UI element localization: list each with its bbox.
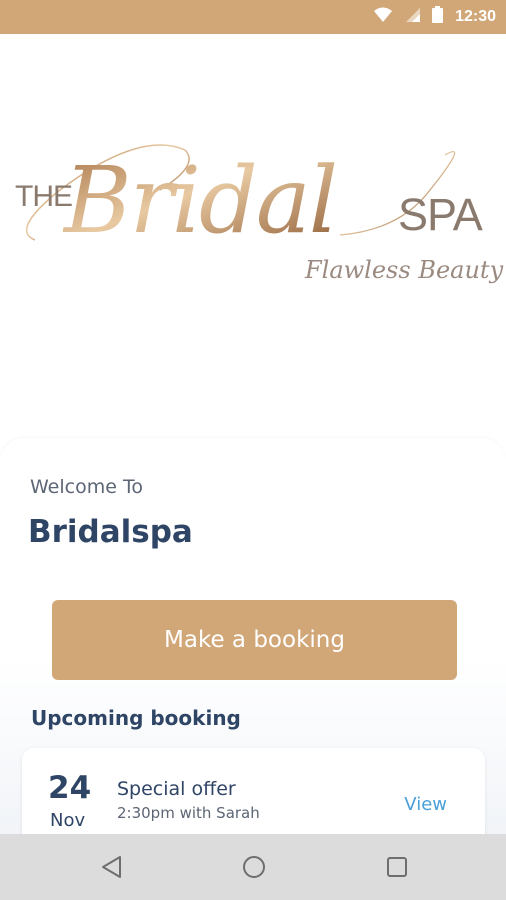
home-icon[interactable] [237,850,271,884]
system-nav-bar [0,834,506,900]
status-time: 12:30 [455,8,496,25]
back-icon[interactable] [95,850,129,884]
wifi-icon [374,7,393,28]
spa-name-heading: Bridalspa [28,514,193,550]
booking-title: Special offer [117,778,236,800]
welcome-subtitle: Welcome To [30,476,143,498]
recents-icon[interactable] [380,850,414,884]
bridal-spa-logo: THE Bridal SPA Flawless Beauty [0,120,506,310]
booking-detail: 2:30pm with Sarah [117,804,260,822]
logo-spa-text: SPA [398,189,483,240]
booking-day: 24 [48,770,92,806]
booking-month: Nov [50,810,86,831]
status-icons: 12:30 [374,0,496,34]
welcome-card: Welcome To Bridalspa Make a booking Upco… [0,438,506,858]
upcoming-booking-heading: Upcoming booking [31,706,241,730]
battery-icon [432,6,444,28]
signal-icon [404,7,421,28]
make-booking-button[interactable]: Make a booking [52,600,457,680]
status-bar: 12:30 [0,0,506,34]
view-booking-link[interactable]: View [404,794,447,815]
logo-tagline: Flawless Beauty [304,256,504,284]
logo-bridal-text: Bridal [62,147,336,254]
